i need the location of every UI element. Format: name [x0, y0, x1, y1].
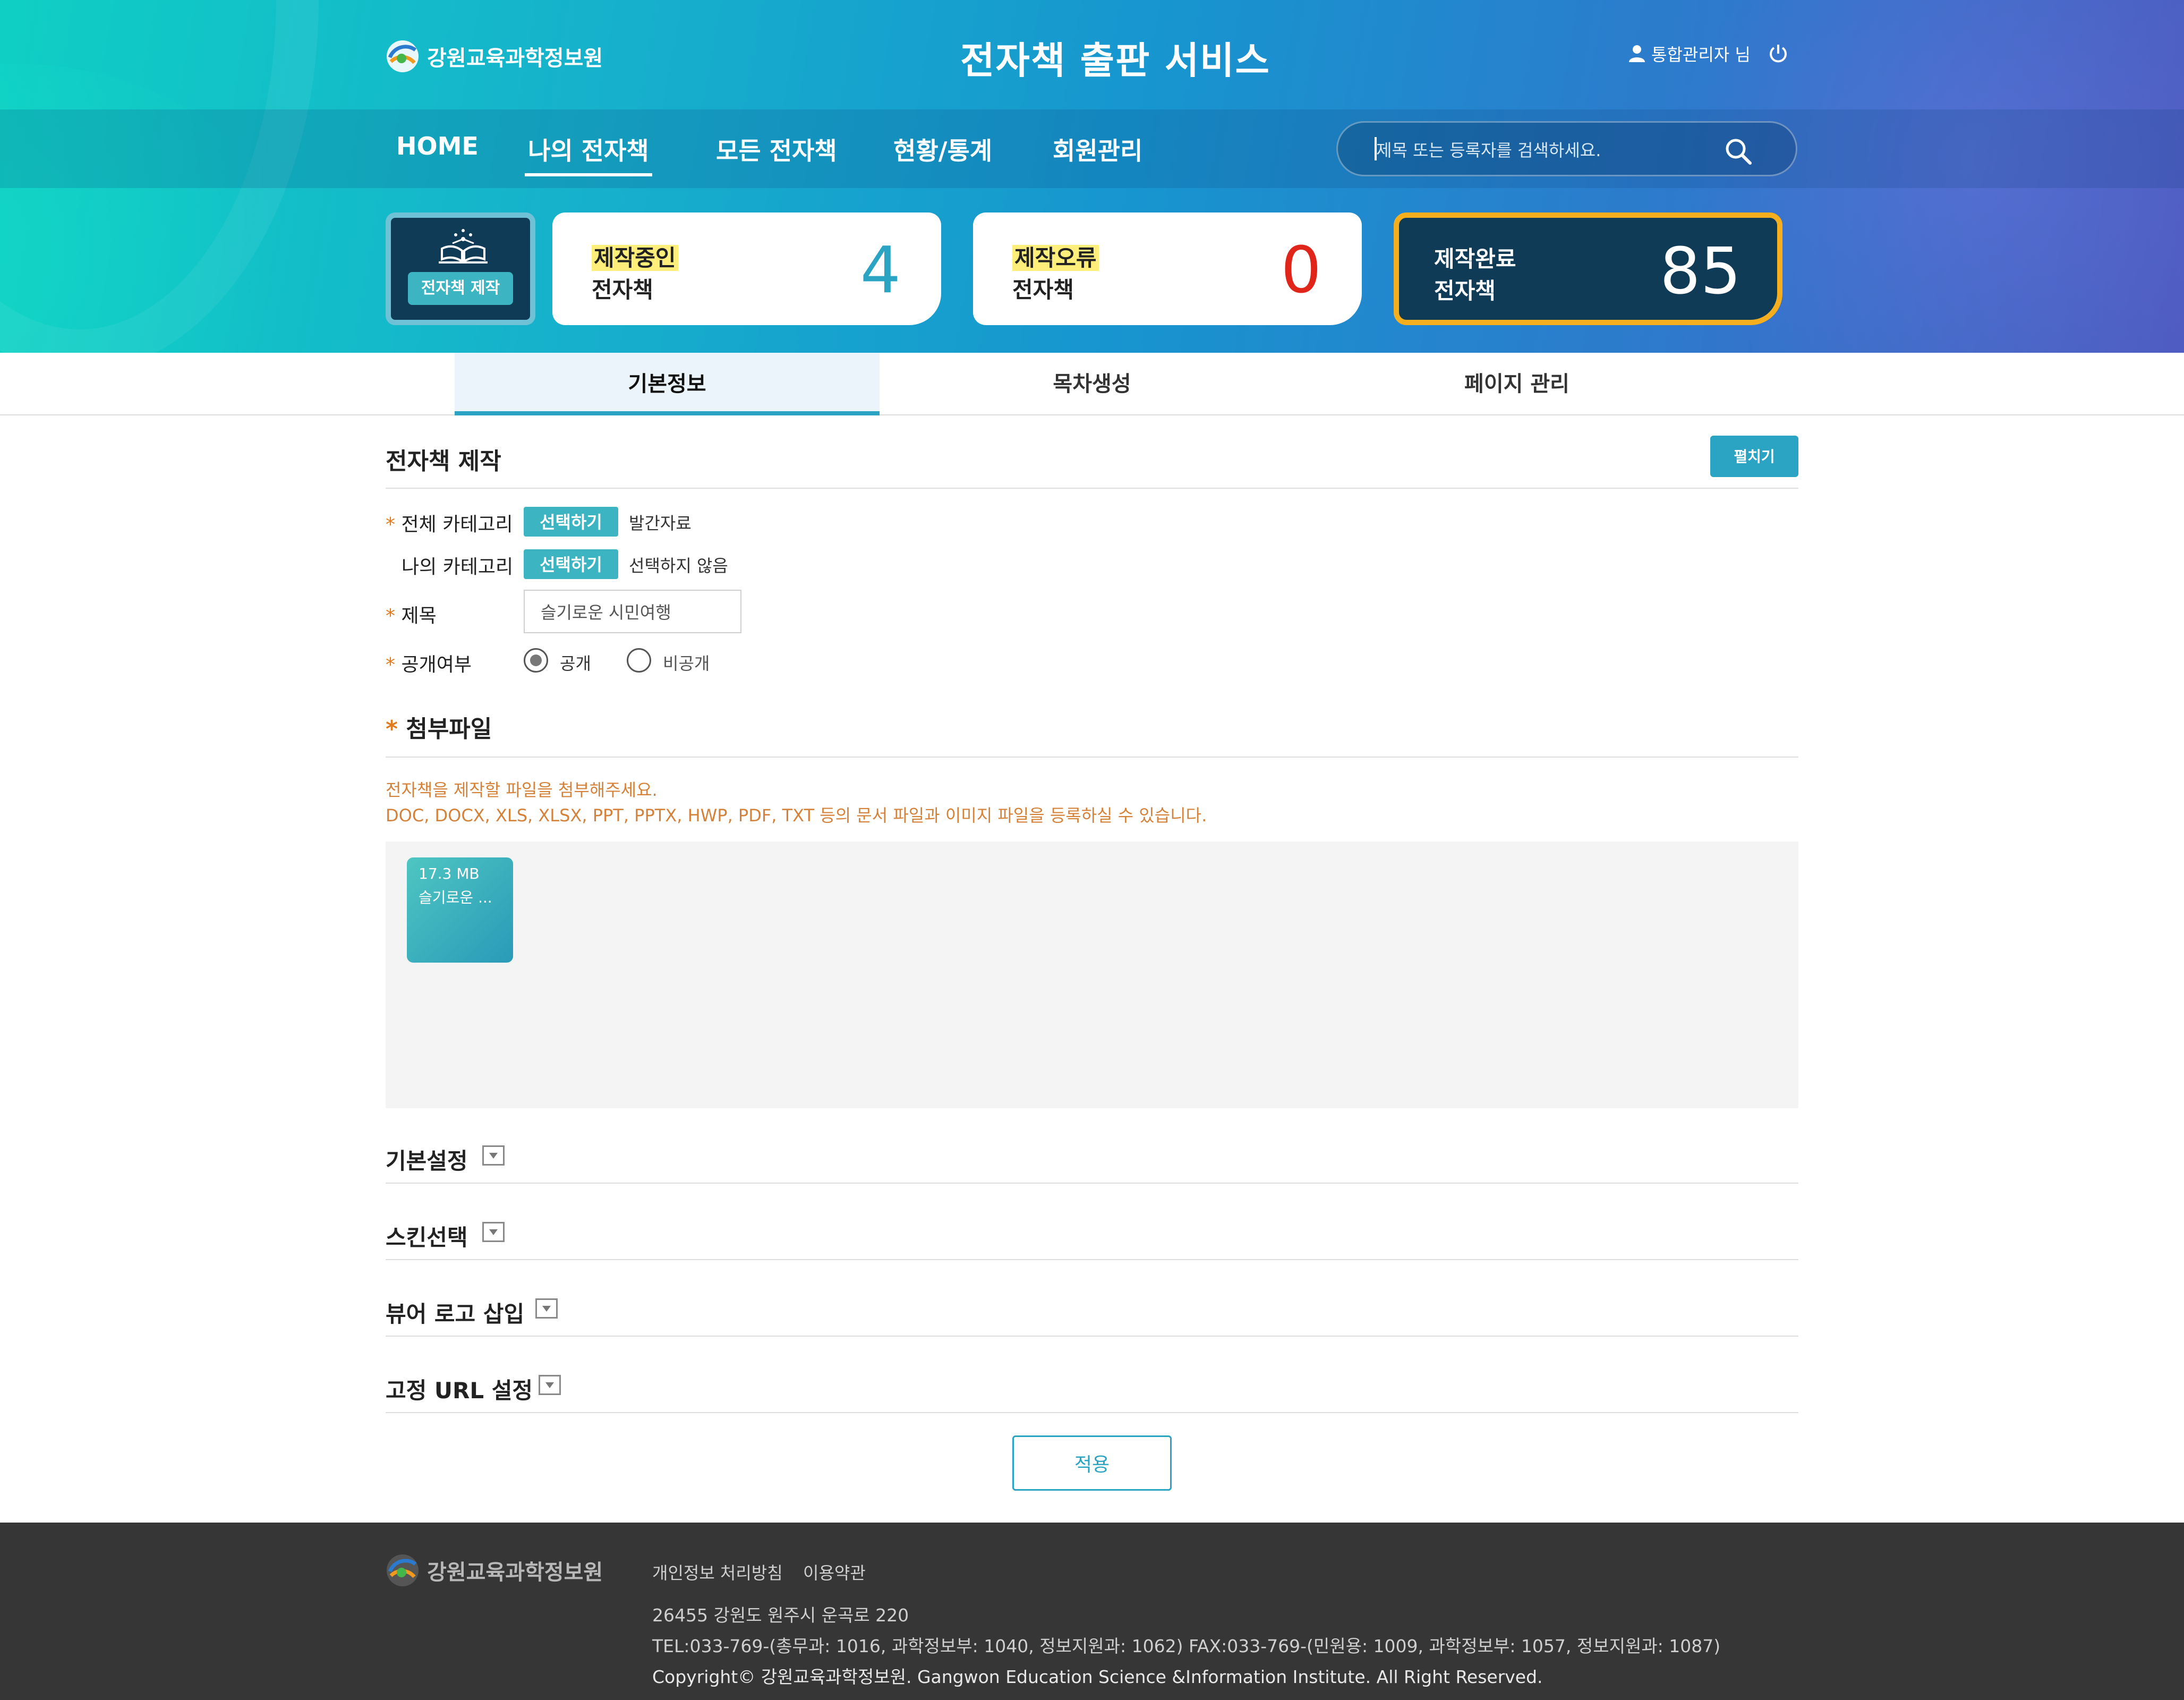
nav-members[interactable]: 회원관리 [1053, 132, 1142, 167]
stat-sublabel: 전자책 [592, 277, 653, 303]
header-org-name: 강원교육과학정보원 [427, 46, 603, 71]
nav-all-ebooks[interactable]: 모든 전자책 [716, 132, 837, 167]
chevron-down-icon[interactable] [539, 1375, 561, 1395]
attached-file[interactable]: 17.3 MB 슬기로운 ... [407, 857, 513, 963]
select-my-category-button[interactable]: 선택하기 [524, 549, 618, 579]
radio-public[interactable] [524, 648, 548, 673]
title-input[interactable] [524, 590, 741, 633]
fold-fixed-url[interactable]: 고정 URL 설정 [386, 1373, 533, 1405]
tab-page-management[interactable]: 페이지 관리 [1304, 353, 1729, 415]
footer-copyright: Copyright© 강원교육과학정보원. Gangwon Education … [652, 1667, 1543, 1687]
footer-terms-link[interactable]: 이용약관 [803, 1560, 866, 1584]
label-text: 공개여부 [401, 654, 472, 676]
tab-basic-info[interactable]: 기본정보 [455, 353, 880, 415]
footer-privacy-link[interactable]: 개인정보 처리방침 [652, 1560, 783, 1584]
stat-completed[interactable]: 제작완료 전자책 85 [1394, 212, 1782, 325]
divider [386, 1412, 1798, 1413]
stat-value: 85 [1660, 235, 1741, 309]
user-name[interactable]: 통합관리자 님 [1651, 41, 1751, 66]
field-label-title: * 제목 [386, 600, 437, 628]
stat-label-highlight: 제작중인 [592, 245, 678, 271]
attachment-title-text: 첨부파일 [406, 716, 492, 743]
attachment-title: * 첨부파일 [386, 710, 492, 744]
footer-address: 26455 강원도 원주시 운곡로 220 [652, 1605, 909, 1626]
tab-bar: 기본정보 목차생성 페이지 관리 [0, 353, 2184, 415]
all-category-value: 발간자료 [629, 513, 692, 533]
file-size: 17.3 MB [419, 865, 480, 882]
my-category-value: 선택하지 않음 [629, 556, 728, 576]
stat-label: 제작중인 [592, 240, 678, 273]
required-mark: * [386, 654, 395, 676]
stat-value: 0 [1281, 234, 1321, 308]
attachment-note: 전자책을 제작할 파일을 첨부해주세요. [386, 780, 658, 800]
stat-value: 4 [860, 234, 901, 308]
required-mark: * [386, 716, 398, 743]
user-menu: 통합관리자 님 [1628, 41, 1789, 66]
stat-label-highlight: 제작오류 [1012, 245, 1099, 271]
chevron-down-icon[interactable] [482, 1222, 505, 1242]
radio-private-label: 비공개 [663, 653, 710, 674]
footer-tel: TEL:033-769-(총무과: 1016, 과학정보부: 1040, 정보지… [652, 1636, 1721, 1656]
fold-viewer-logo[interactable]: 뷰어 로고 삽입 [386, 1296, 524, 1329]
divider [386, 756, 1798, 758]
text-caret [1375, 137, 1377, 160]
field-label-all-category: * 전체 카테고리 [386, 509, 513, 537]
make-ebook-card[interactable]: 전자책 제작 [386, 212, 535, 325]
required-mark: * [386, 605, 395, 627]
stat-error[interactable]: 제작오류 전자책 0 [973, 212, 1362, 325]
make-ebook-button[interactable]: 전자책 제작 [408, 272, 513, 305]
divider [386, 1336, 1798, 1337]
tab-toc[interactable]: 목차생성 [880, 353, 1304, 415]
radio-public-label: 공개 [560, 653, 591, 674]
search-input[interactable] [1375, 137, 1726, 164]
file-name: 슬기로운 ... [419, 889, 492, 906]
chevron-down-icon[interactable] [535, 1298, 558, 1319]
site-title: 전자책 출판 서비스 [960, 39, 1270, 82]
header-logo[interactable]: 강원교육과학정보원 [386, 39, 603, 73]
section-title: 전자책 제작 [386, 448, 501, 475]
nav-my-ebooks[interactable]: 나의 전자책 [525, 132, 652, 176]
fold-basic-settings[interactable]: 기본설정 [386, 1143, 468, 1176]
stat-in-progress[interactable]: 제작중인 전자책 4 [552, 212, 941, 325]
chevron-down-icon[interactable] [482, 1145, 505, 1166]
radio-selected-dot [530, 654, 542, 666]
divider [386, 488, 1798, 489]
open-book-icon [437, 227, 490, 266]
select-all-category-button[interactable]: 선택하기 [524, 507, 618, 537]
search-box [1336, 121, 1797, 176]
footer-logo: 강원교육과학정보원 [386, 1553, 603, 1587]
stat-label: 제작오류 [1012, 240, 1099, 273]
search-icon[interactable] [1724, 137, 1753, 166]
apply-button[interactable]: 적용 [1012, 1435, 1172, 1491]
label-text: 제목 [401, 605, 437, 627]
user-icon [1628, 44, 1646, 63]
footer-org-name: 강원교육과학정보원 [427, 1560, 603, 1585]
field-label-visibility: * 공개여부 [386, 649, 472, 677]
field-label-my-category: 나의 카테고리 [402, 556, 514, 578]
power-icon[interactable] [1768, 43, 1789, 64]
stat-label: 제작완료 [1434, 246, 1516, 272]
fold-skin-select[interactable]: 스킨선택 [386, 1220, 468, 1252]
required-mark: * [386, 514, 395, 536]
expand-button[interactable]: 펼치기 [1710, 436, 1798, 477]
nav-home[interactable]: HOME [396, 132, 479, 160]
stat-sublabel: 전자책 [1012, 277, 1074, 303]
radio-private[interactable] [627, 648, 651, 673]
attachment-formats-note: DOC, DOCX, XLS, XLSX, PPT, PPTX, HWP, PD… [386, 805, 1207, 826]
logo-emblem-icon [386, 39, 420, 73]
divider [386, 1259, 1798, 1260]
file-dropzone[interactable] [386, 842, 1798, 1108]
label-text: 전체 카테고리 [401, 514, 513, 536]
logo-emblem-icon [386, 1553, 420, 1587]
stat-sublabel: 전자책 [1434, 278, 1496, 304]
divider [386, 1183, 1798, 1184]
nav-statistics[interactable]: 현황/통계 [893, 132, 992, 167]
